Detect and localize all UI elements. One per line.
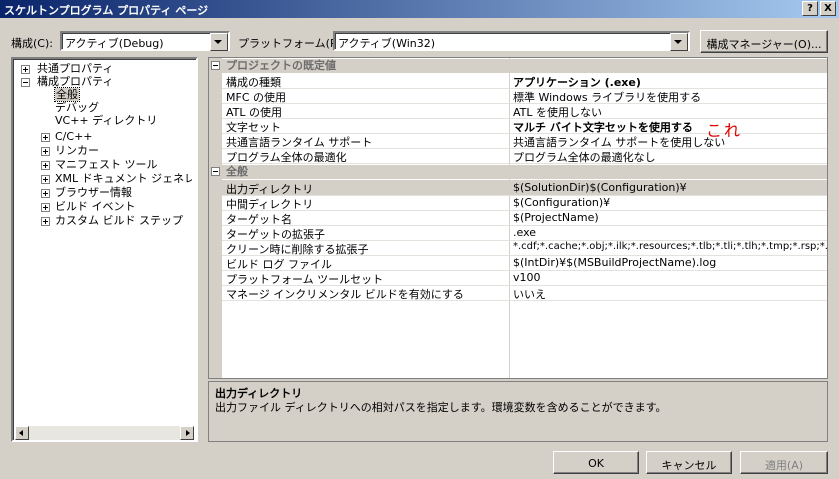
property-name: マネージ インクリメンタル ビルドを有効にする (226, 288, 464, 301)
scroll-right-button[interactable] (180, 426, 194, 440)
category-title: プロジェクトの既定値 (226, 59, 336, 72)
property-value: *.cdf;*.cache;*.obj;*.ilk;*.resources;*.… (513, 241, 827, 252)
property-value: プログラム全体の最適化なし (513, 151, 656, 164)
property-row[interactable]: プラットフォーム ツールセット v100 (222, 270, 827, 286)
property-value: $(IntDir)¥$(MSBuildProjectName).log (513, 256, 717, 269)
ok-button[interactable]: OK (553, 451, 639, 474)
tree-item-buildevents[interactable]: ビルド イベント (55, 200, 136, 213)
property-row[interactable]: 構成の種類 アプリケーション (.exe) (222, 73, 827, 89)
scroll-left-button[interactable] (15, 426, 29, 440)
expand-icon[interactable] (41, 203, 50, 212)
collapse-icon[interactable] (211, 61, 220, 70)
category-title: 全般 (226, 165, 248, 178)
close-button[interactable]: X (820, 1, 836, 16)
property-row[interactable]: クリーン時に削除する拡張子 *.cdf;*.cache;*.obj;*.ilk;… (222, 240, 827, 256)
tree-item-browse[interactable]: ブラウザー情報 (55, 186, 132, 199)
platform-combo[interactable]: アクティブ(Win32) (333, 31, 690, 51)
expand-icon[interactable] (21, 65, 30, 74)
config-combo-value: アクティブ(Debug) (65, 37, 164, 50)
property-value: .exe (513, 226, 537, 239)
property-row[interactable]: マネージ インクリメンタル ビルドを有効にする いいえ (222, 285, 827, 301)
chevron-down-icon[interactable] (670, 33, 688, 51)
tree-horizontal-scrollbar[interactable] (15, 426, 194, 440)
platform-combo-value: アクティブ(Win32) (338, 37, 436, 50)
apply-button[interactable]: 適用(A) (740, 451, 828, 474)
tree-item-cpp[interactable]: C/C++ (55, 130, 93, 143)
property-grid[interactable]: プロジェクトの既定値 構成の種類 アプリケーション (.exe) MFC の使用… (208, 57, 828, 379)
property-row-selected[interactable]: 出力ディレクトリ $(SolutionDir)$(Configuration)¥ (222, 180, 827, 196)
config-combo[interactable]: アクティブ(Debug) (60, 31, 230, 51)
tree-item-vcdirs[interactable]: VC++ ディレクトリ (55, 114, 157, 127)
grid-gutter (209, 58, 222, 378)
tree-item-config[interactable]: 構成プロパティ (37, 75, 113, 88)
property-row[interactable]: プログラム全体の最適化 プログラム全体の最適化なし (222, 148, 827, 164)
tree-item-manifest[interactable]: マニフェスト ツール (55, 158, 158, 171)
expand-icon[interactable] (41, 147, 50, 156)
property-row[interactable]: ターゲットの拡張子 .exe (222, 225, 827, 241)
arrow-right-icon (186, 430, 190, 436)
expand-icon[interactable] (41, 175, 50, 184)
description-pane: 出力ディレクトリ 出力ファイル ディレクトリへの相対パスを指定します。環境変数を… (208, 381, 828, 442)
title-bar: スケルトンプログラム プロパティ ページ ? X (0, 0, 839, 18)
window-title: スケルトンプログラム プロパティ ページ (4, 4, 209, 17)
property-value: $(ProjectName) (513, 211, 599, 224)
tree-item-custombuild[interactable]: カスタム ビルド ステップ (55, 214, 183, 227)
tree-item-common[interactable]: 共通プロパティ (37, 62, 113, 75)
expand-icon[interactable] (41, 217, 50, 226)
property-row[interactable]: ターゲット名 $(ProjectName) (222, 210, 827, 226)
property-value: v100 (513, 271, 541, 284)
config-manager-button[interactable]: 構成マネージャー(O)... (700, 30, 828, 53)
property-tree[interactable]: 共通プロパティ 構成プロパティ 全般 デバッグ VC++ ディレクトリ C/C+… (11, 57, 198, 442)
annotation-note: これ (706, 121, 743, 140)
cancel-button[interactable]: キャンセル (646, 451, 732, 474)
category-project-defaults[interactable]: プロジェクトの既定値 (209, 59, 827, 73)
tree-item-general[interactable]: 全般 (54, 87, 80, 102)
arrow-left-icon (19, 430, 23, 436)
expand-icon[interactable] (41, 189, 50, 198)
property-row[interactable]: MFC の使用 標準 Windows ライブラリを使用する (222, 88, 827, 104)
description-text: 出力ファイル ディレクトリへの相対パスを指定します。環境変数を含めることができま… (215, 401, 667, 414)
property-value: $(Configuration)¥ (513, 196, 611, 209)
property-value: $(SolutionDir)$(Configuration)¥ (513, 181, 687, 194)
tree-item-linker[interactable]: リンカー (55, 144, 99, 157)
expand-icon[interactable] (41, 161, 50, 170)
property-name: プログラム全体の最適化 (226, 151, 347, 164)
property-row[interactable]: ビルド ログ ファイル $(IntDir)¥$(MSBuildProjectNa… (222, 255, 827, 271)
tree-item-xmldoc[interactable]: XML ドキュメント ジェネレーター (55, 172, 192, 185)
help-button[interactable]: ? (802, 1, 818, 16)
chevron-down-icon[interactable] (210, 33, 228, 51)
config-label: 構成(C): (11, 37, 53, 50)
expand-icon[interactable] (41, 133, 50, 142)
category-general[interactable]: 全般 (209, 165, 827, 179)
platform-label: プラットフォーム(P): (238, 37, 345, 50)
property-value: いいえ (513, 288, 546, 301)
tree-item-debug[interactable]: デバッグ (55, 101, 99, 114)
collapse-icon[interactable] (211, 167, 220, 176)
property-row[interactable]: 中間ディレクトリ $(Configuration)¥ (222, 195, 827, 211)
collapse-icon[interactable] (21, 78, 30, 87)
